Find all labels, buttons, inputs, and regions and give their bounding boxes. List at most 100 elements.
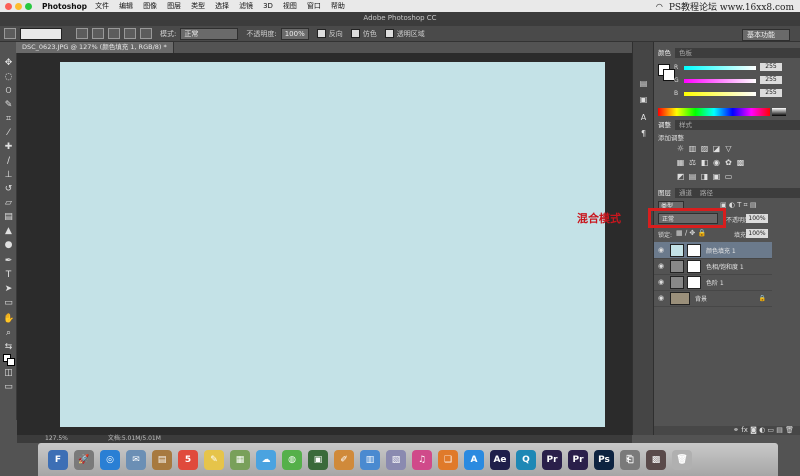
dock-app-icon[interactable]: Pr — [568, 449, 588, 470]
photo-filter-icon[interactable]: ◉ — [712, 158, 721, 167]
posterize-icon[interactable]: ▤ — [688, 172, 697, 181]
vibrance-icon[interactable]: ▽ — [724, 144, 733, 153]
tool-preset-icon[interactable] — [4, 28, 16, 39]
menu-file[interactable]: 文件 — [95, 1, 109, 11]
history-panel-icon[interactable]: ▤ — [638, 78, 649, 89]
grayscale-ramp[interactable] — [772, 108, 786, 116]
history-brush-tool-icon[interactable]: ↺ — [3, 184, 14, 195]
screen-mode-icon[interactable]: ▭ — [3, 382, 14, 393]
layer-mask-thumbnail[interactable] — [687, 259, 701, 273]
opacity-input[interactable]: 100% — [280, 27, 309, 40]
menu-layer[interactable]: 图层 — [167, 1, 181, 11]
layer-row[interactable]: ◉ 色阶 1 — [654, 274, 772, 291]
levels-icon[interactable]: ▥ — [688, 144, 697, 153]
close-window-icon[interactable] — [5, 2, 12, 10]
dock-app-icon[interactable]: 🗑 — [672, 449, 692, 470]
layer-mask-thumbnail[interactable] — [687, 275, 701, 289]
menu-image[interactable]: 图像 — [143, 1, 157, 11]
tab-swatches[interactable]: 色板 — [675, 48, 696, 58]
dock-app-icon[interactable]: A — [464, 449, 484, 470]
tab-color[interactable]: 颜色 — [654, 48, 675, 58]
lasso-tool-icon[interactable]: ଠ — [3, 86, 14, 97]
diamond-gradient-icon[interactable] — [140, 28, 152, 39]
document-tab[interactable]: DSC_0623.JPG @ 127% (颜色填充 1, RGB/8) * — [16, 42, 174, 53]
menu-select[interactable]: 选择 — [215, 1, 229, 11]
lock-icons[interactable]: ▦ ∕ ✥ 🔒 — [676, 229, 706, 237]
quick-select-tool-icon[interactable]: ✎ — [3, 100, 14, 111]
hand-tool-icon[interactable]: ✋ — [3, 314, 14, 325]
dock-app-icon[interactable]: ▥ — [360, 449, 380, 470]
hue-saturation-icon[interactable]: ▦ — [676, 158, 685, 167]
menu-help[interactable]: 帮助 — [331, 1, 345, 11]
dock-app-icon[interactable]: ☁ — [256, 449, 276, 470]
quick-mask-icon[interactable]: ◫ — [3, 368, 14, 379]
color-spectrum-bar[interactable] — [658, 108, 770, 116]
tab-styles[interactable]: 样式 — [675, 120, 696, 130]
dock-app-icon[interactable]: Q — [516, 449, 536, 470]
dock-app-icon[interactable]: ▦ — [230, 449, 250, 470]
dock-app-icon[interactable]: ✐ — [334, 449, 354, 470]
reverse-checkbox[interactable] — [316, 29, 326, 38]
move-tool-icon[interactable]: ✥ — [3, 58, 14, 69]
marquee-tool-icon[interactable]: ◌ — [3, 72, 14, 83]
black-white-icon[interactable]: ◧ — [700, 158, 709, 167]
doc-size-info[interactable]: 文档:5.01M/5.01M — [108, 435, 161, 442]
radial-gradient-icon[interactable] — [92, 28, 104, 39]
dock-app-icon[interactable]: ✎ — [204, 449, 224, 470]
green-slider-track[interactable] — [684, 79, 756, 83]
healing-tool-icon[interactable]: ✚ — [3, 142, 14, 153]
layers-footer-icons[interactable]: ⚭ fx ◙ ◐ ▭ ▤ 🗑 — [654, 426, 800, 435]
reflected-gradient-icon[interactable] — [124, 28, 136, 39]
red-slider-track[interactable] — [684, 66, 756, 70]
menu-edit[interactable]: 编辑 — [119, 1, 133, 11]
layer-name[interactable]: 色相/饱和度 1 — [706, 262, 744, 271]
dock-app-icon[interactable]: F — [48, 449, 68, 470]
menu-window[interactable]: 窗口 — [307, 1, 321, 11]
crop-tool-icon[interactable]: ⌗ — [3, 114, 14, 125]
eye-icon[interactable]: ◉ — [656, 294, 666, 302]
linear-gradient-icon[interactable] — [76, 28, 88, 39]
threshold-icon[interactable]: ◨ — [700, 172, 709, 181]
dock-app-icon[interactable]: ▣ — [308, 449, 328, 470]
gradient-picker[interactable] — [20, 27, 62, 40]
dock-app-icon[interactable]: ▤ — [152, 449, 172, 470]
eye-icon[interactable]: ◉ — [656, 278, 666, 286]
tab-layers[interactable]: 图层 — [654, 188, 675, 198]
dock-app-icon[interactable]: Ps — [594, 449, 614, 470]
dock-app-icon[interactable]: ⎗ — [620, 449, 640, 470]
dock-app-icon[interactable]: 🚀 — [74, 449, 94, 470]
layer-mask-thumbnail[interactable] — [687, 243, 701, 257]
layer-opacity-input[interactable]: 100% — [746, 214, 768, 223]
channel-mixer-icon[interactable]: ✿ — [724, 158, 733, 167]
dock-app-icon[interactable]: ◎ — [100, 449, 120, 470]
dodge-tool-icon[interactable]: ● — [3, 240, 14, 251]
curves-icon[interactable]: ▨ — [700, 144, 709, 153]
blue-value-input[interactable]: 255 — [760, 89, 782, 97]
zoom-window-icon[interactable] — [25, 2, 32, 10]
zoom-tool-icon[interactable]: ⌕ — [3, 328, 14, 339]
tab-channels[interactable]: 通道 — [675, 188, 696, 198]
eraser-tool-icon[interactable]: ▱ — [3, 198, 14, 209]
layer-name[interactable]: 色阶 1 — [706, 278, 724, 287]
dock-app-icon[interactable]: Ae — [490, 449, 510, 470]
dock-app-icon[interactable]: ▩ — [646, 449, 666, 470]
character-panel-icon[interactable]: A — [638, 112, 649, 123]
dock-app-icon[interactable]: 5 — [178, 449, 198, 470]
eyedropper-tool-icon[interactable]: ⁄ — [3, 128, 14, 139]
gradient-tool-icon[interactable]: ▤ — [3, 212, 14, 223]
type-tool-icon[interactable]: T — [3, 270, 14, 281]
green-slider[interactable]: G 255 — [674, 76, 794, 85]
red-slider[interactable]: R 255 — [674, 63, 794, 72]
app-menu[interactable]: Photoshop — [42, 2, 87, 11]
transparency-checkbox[interactable] — [384, 29, 394, 38]
dock-app-icon[interactable]: ♫ — [412, 449, 432, 470]
color-balance-icon[interactable]: ⚖ — [688, 158, 697, 167]
selective-color-icon[interactable]: ▣ — [712, 172, 721, 181]
path-select-tool-icon[interactable]: ➤ — [3, 284, 14, 295]
dock-app-icon[interactable]: ❑ — [438, 449, 458, 470]
workspace-select[interactable]: 基本功能 — [742, 29, 790, 41]
tab-adjustments[interactable]: 调整 — [654, 120, 675, 130]
minimize-window-icon[interactable] — [15, 2, 22, 10]
tab-paths[interactable]: 路径 — [696, 188, 717, 198]
paragraph-panel-icon[interactable]: ¶ — [638, 128, 649, 139]
